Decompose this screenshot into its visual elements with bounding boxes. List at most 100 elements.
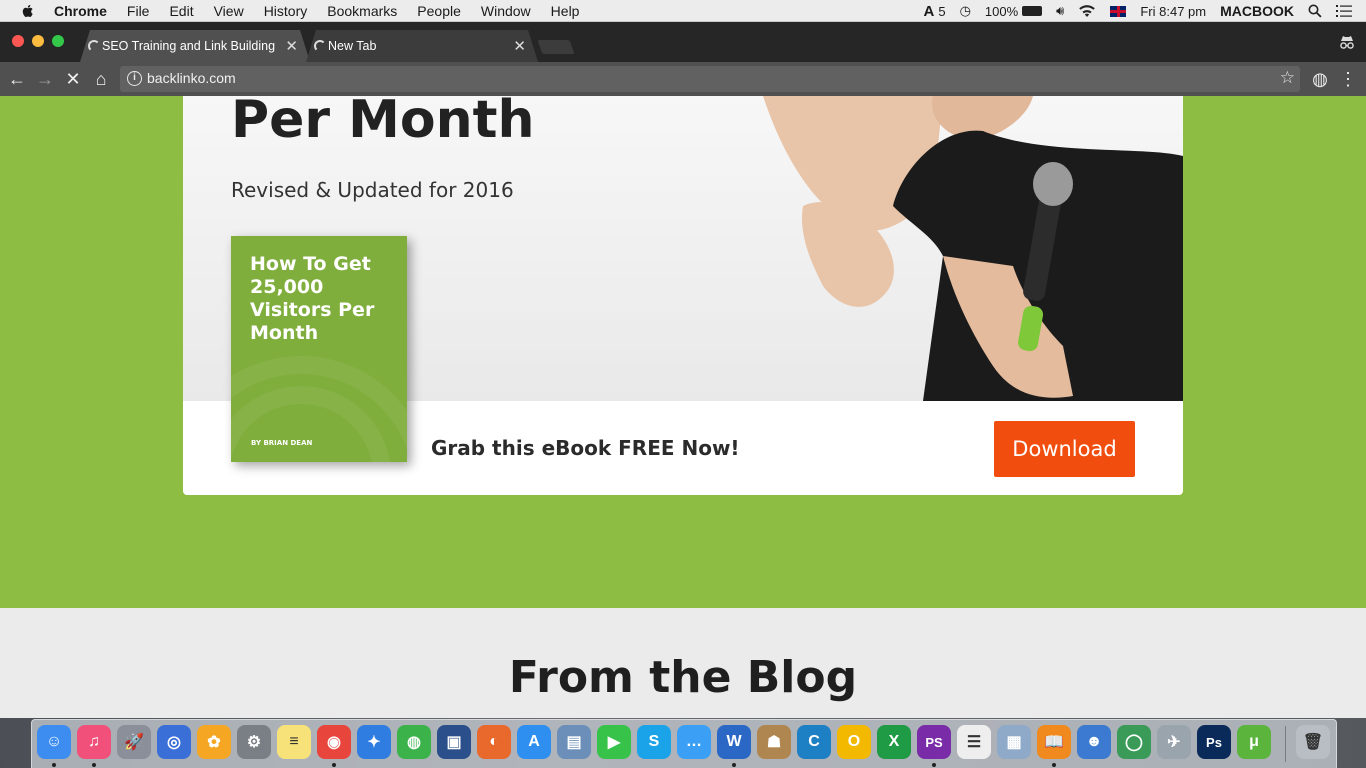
loading-spinner-icon bbox=[88, 40, 100, 52]
dock-firefox-icon[interactable]: ◐ bbox=[477, 725, 511, 759]
dock-chrome-icon[interactable]: ◉ bbox=[317, 725, 351, 759]
dock-running-indicator bbox=[1052, 763, 1056, 767]
blog-section: From the Blog bbox=[0, 608, 1366, 718]
dock-network-app-icon[interactable]: ◍ bbox=[397, 725, 431, 759]
spotlight-icon[interactable] bbox=[1308, 4, 1322, 18]
dock-notes-icon[interactable]: ≡ bbox=[277, 725, 311, 759]
minimize-window-button[interactable] bbox=[32, 35, 44, 47]
dock-skype-icon[interactable]: S bbox=[637, 725, 671, 759]
loading-spinner-icon bbox=[314, 40, 326, 52]
download-button[interactable]: Download bbox=[994, 421, 1135, 477]
dock-system-preferences-icon[interactable]: ⚙ bbox=[237, 725, 271, 759]
browser-toolbar: ← → ✕ ⌂ i backlinko.com ☆ ◍ ⋮ bbox=[0, 62, 1366, 96]
dock-image-capture-icon[interactable]: ▦ bbox=[997, 725, 1031, 759]
dock-photoshop-icon[interactable]: Ps bbox=[1197, 725, 1231, 759]
close-tab-icon[interactable]: ✕ bbox=[285, 37, 298, 55]
dock-outlook-icon[interactable]: O bbox=[837, 725, 871, 759]
dock-network-radar-icon[interactable]: ✈ bbox=[1157, 725, 1191, 759]
dock-utorrent-icon[interactable]: μ bbox=[1237, 725, 1271, 759]
cta-text: Grab this eBook FREE Now! bbox=[431, 436, 740, 460]
menu-file[interactable]: File bbox=[127, 3, 150, 19]
time-machine-icon[interactable]: ◷ bbox=[960, 3, 971, 19]
browser-tab-strip: SEO Training and Link Building ✕ New Tab… bbox=[0, 22, 1366, 62]
battery-status[interactable]: 100% bbox=[984, 3, 1043, 19]
zoom-window-button[interactable] bbox=[52, 35, 64, 47]
menu-app-name[interactable]: Chrome bbox=[54, 3, 107, 19]
incognito-icon bbox=[1340, 36, 1354, 49]
menu-history[interactable]: History bbox=[264, 3, 308, 19]
apple-icon[interactable] bbox=[20, 3, 36, 19]
chrome-menu-icon[interactable]: ⋮ bbox=[1337, 68, 1359, 90]
dock-app-store-icon[interactable]: A bbox=[517, 725, 551, 759]
notification-center-icon[interactable] bbox=[1336, 5, 1352, 17]
menu-people[interactable]: People bbox=[417, 3, 461, 19]
menu-help[interactable]: Help bbox=[551, 3, 580, 19]
ebook-promo-card: Per Month Revised & Updated for 2016 How… bbox=[183, 96, 1183, 495]
dock-messages-icon[interactable]: … bbox=[677, 725, 711, 759]
dock-people-app-icon[interactable]: ☻ bbox=[1077, 725, 1111, 759]
dock-facetime-icon[interactable]: ▶ bbox=[597, 725, 631, 759]
dock-preview-icon[interactable]: ▤ bbox=[557, 725, 591, 759]
menu-view[interactable]: View bbox=[214, 3, 244, 19]
site-info-icon[interactable]: i bbox=[127, 71, 142, 86]
close-tab-icon[interactable]: ✕ bbox=[513, 37, 526, 55]
menu-bookmarks[interactable]: Bookmarks bbox=[327, 3, 397, 19]
menu-window[interactable]: Window bbox=[481, 3, 531, 19]
stop-loading-icon[interactable]: ✕ bbox=[62, 68, 84, 90]
user-name[interactable]: MACBOOK bbox=[1220, 3, 1294, 19]
tab-label: SEO Training and Link Building bbox=[102, 39, 276, 53]
volume-icon[interactable]: 🔊︎ bbox=[1056, 3, 1064, 19]
clock[interactable]: Fri 8:47 pm bbox=[1140, 4, 1206, 19]
dock-remote-app-icon[interactable]: ▣ bbox=[437, 725, 471, 759]
dock-reminders-icon[interactable]: ☰ bbox=[957, 725, 991, 759]
hero-title: Per Month bbox=[231, 96, 535, 150]
menubar-status-area: A 5 ◷ 100% 🔊︎ Fri 8:47 pm MACBOOK bbox=[923, 0, 1366, 22]
dock-ios-app-icon[interactable]: ◎ bbox=[157, 725, 191, 759]
adobe-count: 5 bbox=[938, 3, 946, 19]
dock-running-indicator bbox=[932, 763, 936, 767]
ebook-cover: How To Get 25,000 Visitors Per Month BY … bbox=[231, 236, 407, 462]
address-bar[interactable]: i backlinko.com ☆ bbox=[120, 66, 1300, 92]
web-page: Per Month Revised & Updated for 2016 How… bbox=[0, 96, 1366, 718]
new-tab-button[interactable] bbox=[537, 40, 575, 54]
dock-word-icon[interactable]: W bbox=[717, 725, 751, 759]
dock-ibooks-icon[interactable]: 📖 bbox=[1037, 725, 1071, 759]
dock-excel-icon[interactable]: X bbox=[877, 725, 911, 759]
dock-c-app-icon[interactable]: C bbox=[797, 725, 831, 759]
battery-icon bbox=[1022, 6, 1043, 16]
dock-running-indicator bbox=[52, 763, 56, 767]
dock: ☺ ♫ 🚀 ◎ ✿ ⚙ ≡ ◉ ✦ ◍ ▣ ◐ A ▤ ▶ S… W ☗ C O X PS ☰ ▦ 📖 ☻ ◯ ✈ Ps μ 🗑 bbox=[31, 719, 1337, 768]
adobe-status[interactable]: A 5 bbox=[923, 3, 945, 20]
dock-finder-icon[interactable]: ☺ bbox=[37, 725, 71, 759]
tab-label: New Tab bbox=[328, 39, 377, 53]
dock-globe-app-icon[interactable]: ◯ bbox=[1117, 725, 1151, 759]
dock-trash-icon[interactable]: 🗑 bbox=[1296, 725, 1330, 759]
dock-running-indicator bbox=[92, 763, 96, 767]
back-icon[interactable]: ← bbox=[6, 68, 28, 90]
dock-phpstorm-icon[interactable]: PS bbox=[917, 725, 951, 759]
extension-globe-icon[interactable]: ◍ bbox=[1309, 68, 1331, 90]
dock-safari-icon[interactable]: ✦ bbox=[357, 725, 391, 759]
adobe-icon: A bbox=[923, 2, 935, 20]
tab-new-tab[interactable]: New Tab ✕ bbox=[306, 30, 538, 62]
dock-launchpad-icon[interactable]: 🚀 bbox=[117, 725, 151, 759]
hero-subtitle: Revised & Updated for 2016 bbox=[231, 178, 514, 202]
menu-edit[interactable]: Edit bbox=[169, 3, 193, 19]
wifi-icon[interactable] bbox=[1078, 4, 1096, 18]
battery-percent: 100% bbox=[984, 3, 1019, 19]
forward-icon[interactable]: → bbox=[34, 68, 56, 90]
blog-section-title: From the Blog bbox=[508, 652, 858, 703]
dock-running-indicator bbox=[732, 763, 736, 767]
dock-separator bbox=[1285, 726, 1286, 762]
dock-contacts-icon[interactable]: ☗ bbox=[757, 725, 791, 759]
bookmark-star-icon[interactable]: ☆ bbox=[1280, 68, 1295, 88]
ebook-title: How To Get 25,000 Visitors Per Month bbox=[250, 253, 375, 344]
speaker-photo bbox=[763, 96, 1183, 401]
dock-itunes-icon[interactable]: ♫ bbox=[77, 725, 111, 759]
close-window-button[interactable] bbox=[12, 35, 24, 47]
tab-seo-training[interactable]: SEO Training and Link Building ✕ bbox=[80, 30, 310, 62]
home-icon[interactable]: ⌂ bbox=[90, 68, 112, 90]
dock-photos-icon[interactable]: ✿ bbox=[197, 725, 231, 759]
uk-flag-icon[interactable] bbox=[1110, 5, 1127, 17]
address-bar-url[interactable]: backlinko.com bbox=[147, 70, 236, 86]
